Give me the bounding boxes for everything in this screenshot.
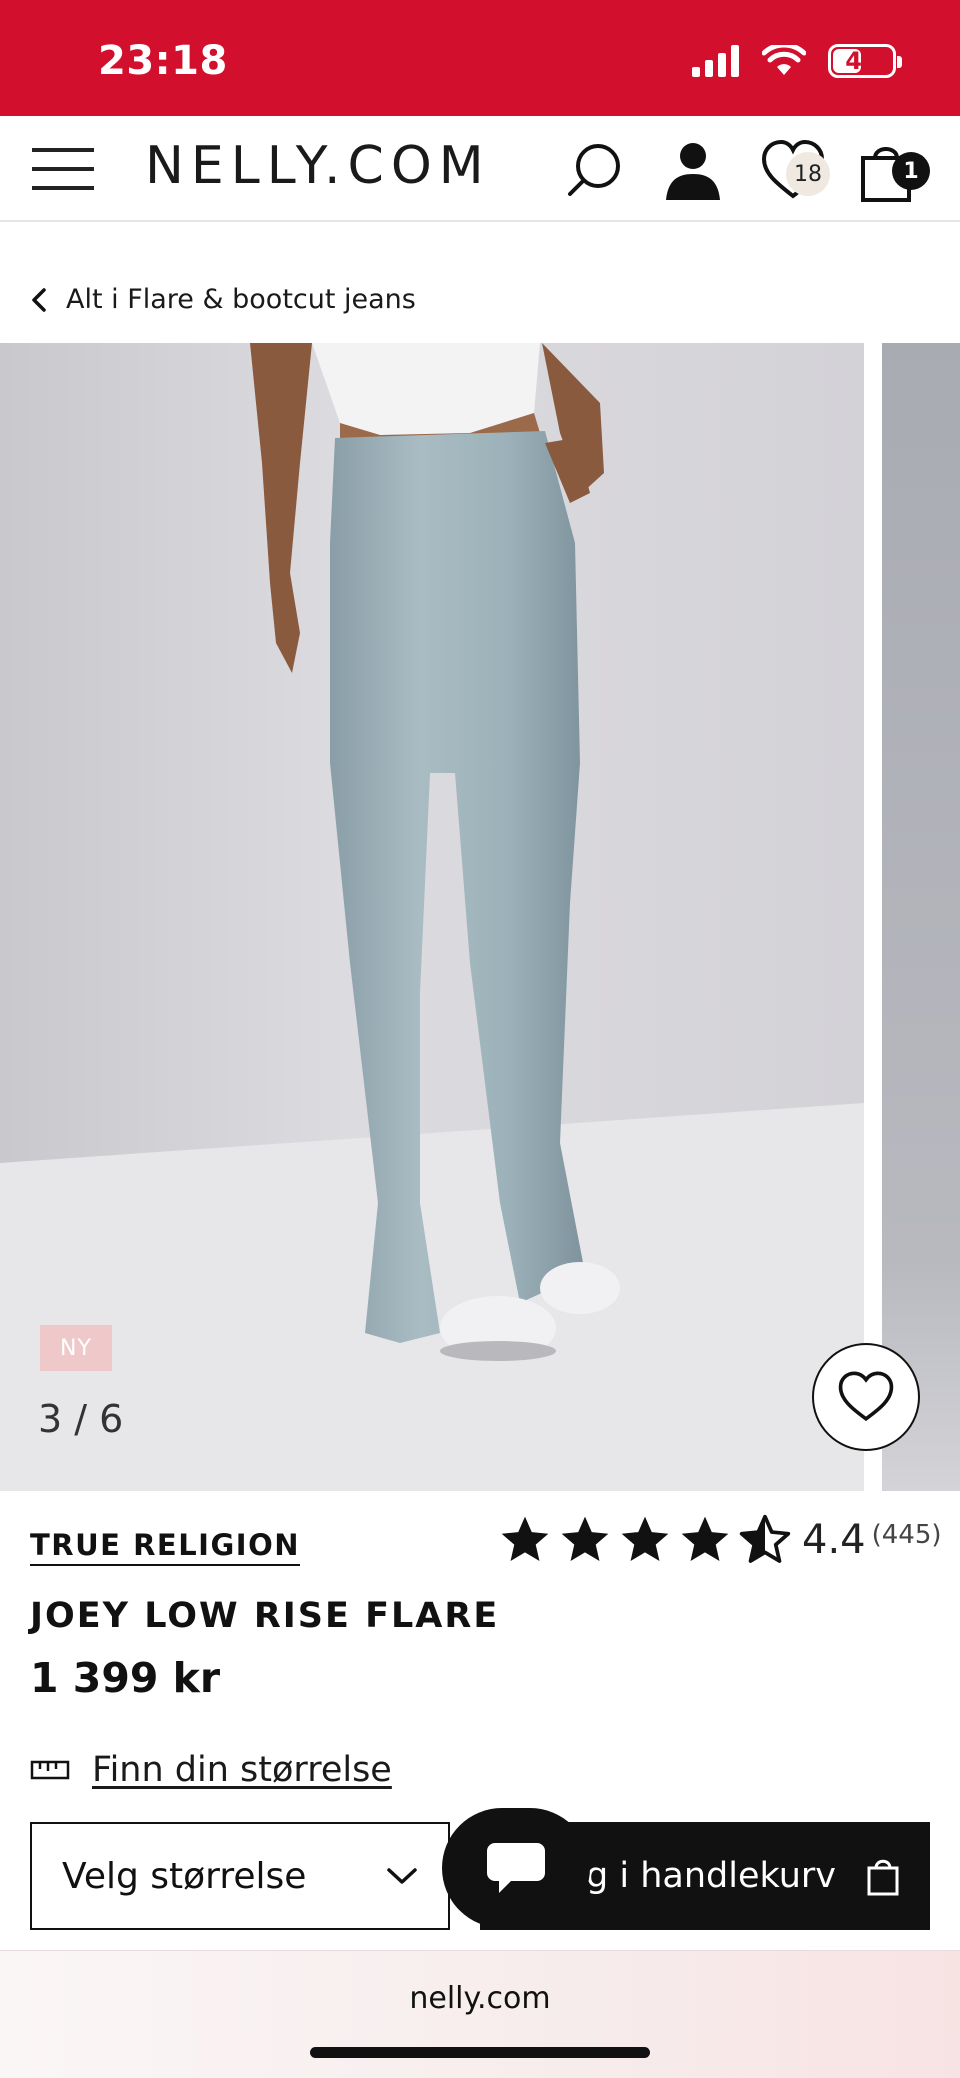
breadcrumb[interactable]: Alt i Flare & bootcut jeans [30,284,416,315]
star-full-icon [561,1516,609,1561]
url-text: nelly.com [409,1981,551,2016]
breadcrumb-label: Alt i Flare & bootcut jeans [66,284,416,315]
wifi-icon [762,45,806,75]
rating-value: 4.4 [802,1517,866,1563]
slide-counter: 3 / 6 [38,1397,124,1441]
status-time: 23:18 [98,38,228,84]
next-product-image-peek[interactable] [882,343,960,1491]
product-price: 1 399 kr [30,1654,221,1702]
user-icon[interactable] [660,138,726,204]
search-icon[interactable] [562,138,628,204]
battery-level: 47 [845,47,879,75]
shopping-bag-icon [867,1859,899,1896]
browser-url-bar[interactable]: nelly.com [0,1950,960,2078]
product-name: JOEY LOW RISE FLARE [30,1596,500,1636]
wishlist-count-badge: 18 [786,152,830,196]
status-bar: 23:18 47 [0,0,960,116]
chevron-down-icon [387,1868,417,1884]
chat-button[interactable] [442,1808,590,1928]
site-header: NELLY.COM 18 1 [0,116,960,222]
menu-icon[interactable] [30,144,96,194]
new-badge: NY [40,1325,112,1371]
cellular-signal-icon [692,45,739,77]
size-guide-link[interactable]: Finn din størrelse [30,1750,392,1790]
ruler-icon [30,1760,70,1780]
brand-link[interactable]: TRUE RELIGION [30,1528,300,1566]
product-rating[interactable]: 4.4 (445) [496,1512,942,1568]
site-logo[interactable]: NELLY.COM [145,136,491,196]
heart-outline-icon [838,1371,894,1422]
star-full-icon [681,1516,729,1561]
rating-count: (445) [871,1520,942,1550]
chat-bubble-icon [487,1843,545,1893]
size-select-label: Velg størrelse [62,1855,307,1897]
star-full-icon [501,1516,549,1561]
star-half-icon [739,1514,791,1563]
cart-count-badge: 1 [892,152,930,190]
size-guide-label: Finn din størrelse [92,1750,392,1790]
star-full-icon [621,1516,669,1561]
rating-stars [496,1512,794,1568]
size-select[interactable]: Velg størrelse [30,1822,450,1930]
product-gallery[interactable]: NY 3 / 6 [0,343,960,1491]
chevron-left-icon [32,287,46,312]
battery-icon: 47 [828,44,902,78]
add-to-wishlist-button[interactable] [812,1343,920,1451]
home-indicator[interactable] [310,2047,650,2058]
product-image[interactable]: NY 3 / 6 [0,343,864,1491]
status-icons: 47 [692,44,902,78]
product-photo-illustration [0,343,864,1491]
